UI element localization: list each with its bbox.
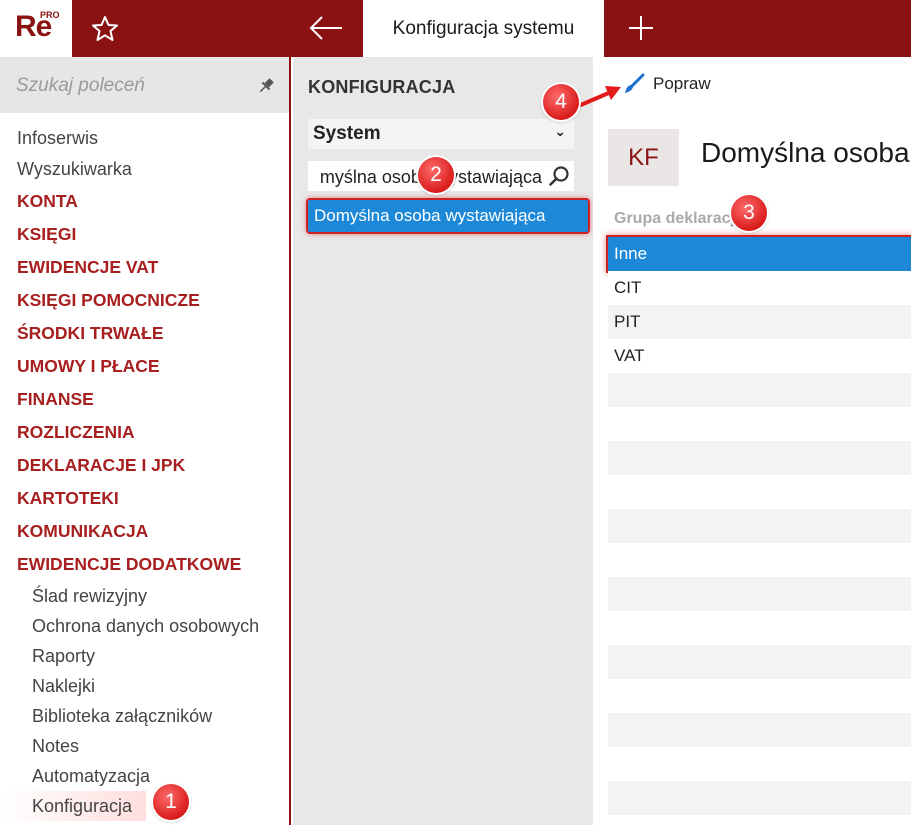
sidebar-section-komunikacja[interactable]: KOMUNIKACJA bbox=[0, 515, 289, 548]
edit-button[interactable]: Popraw bbox=[623, 73, 711, 95]
sidebar-nav: Infoserwis Wyszukiwarka KONTA KSIĘGI EWI… bbox=[0, 123, 289, 821]
result-item-domyslna-osoba[interactable]: Domyślna osoba wystawiająca bbox=[308, 200, 588, 232]
empty-row bbox=[608, 543, 911, 577]
chevron-down-icon: ⌄ bbox=[554, 123, 566, 139]
list-item-inne[interactable]: Inne bbox=[608, 237, 911, 271]
back-arrow-icon[interactable] bbox=[308, 14, 344, 42]
sidebar-section-ewidencje-dodatkowe[interactable]: EWIDENCJE DODATKOWE bbox=[0, 548, 289, 581]
sidebar-item-konfiguracja[interactable]: Konfiguracja bbox=[0, 791, 146, 821]
panel-title: KONFIGURACJA bbox=[308, 77, 456, 97]
logo-badge: PRO bbox=[40, 10, 60, 20]
empty-row bbox=[608, 679, 911, 713]
category-select[interactable]: System ⌄ bbox=[308, 119, 574, 149]
sidebar-section-ksiegi[interactable]: KSIĘGI bbox=[0, 218, 289, 251]
plus-icon[interactable] bbox=[627, 14, 655, 42]
sidebar-section-kartoteki[interactable]: KARTOTEKI bbox=[0, 482, 289, 515]
category-select-value: System bbox=[313, 123, 381, 144]
annotation-marker-2: 2 bbox=[418, 157, 454, 193]
annotation-marker-1: 1 bbox=[153, 784, 189, 820]
empty-row bbox=[608, 475, 911, 509]
empty-row bbox=[608, 509, 911, 543]
sidebar-section-ksiegi-pomocnicze[interactable]: KSIĘGI POMOCNICZE bbox=[0, 284, 289, 317]
empty-row bbox=[608, 645, 911, 679]
command-search bbox=[0, 57, 289, 113]
sidebar-item-biblioteka-zalacznikow[interactable]: Biblioteka załączników bbox=[0, 701, 289, 731]
sidebar-item-notes[interactable]: Notes bbox=[0, 731, 289, 761]
record-badge: KF bbox=[608, 129, 679, 186]
empty-row bbox=[608, 611, 911, 645]
sidebar-item-wyszukiwarka[interactable]: Wyszukiwarka bbox=[0, 154, 289, 185]
empty-row bbox=[608, 713, 911, 747]
app-logo[interactable]: Re PRO bbox=[0, 0, 72, 57]
sidebar-section-srodki-trwale[interactable]: ŚRODKI TRWAŁE bbox=[0, 317, 289, 350]
annotation-marker-4: 4 bbox=[543, 84, 579, 120]
sidebar-section-ewidencje-vat[interactable]: EWIDENCJE VAT bbox=[0, 251, 289, 284]
declaration-group-list: Grupa deklaracji Inne CIT PIT VAT bbox=[608, 201, 911, 825]
empty-row bbox=[608, 441, 911, 475]
page-title: Domyślna osoba bbox=[701, 137, 910, 168]
sidebar-item-raporty[interactable]: Raporty bbox=[0, 641, 289, 671]
sidebar-item-ochrona-danych[interactable]: Ochrona danych osobowych bbox=[0, 611, 289, 641]
sidebar-item-infoserwis[interactable]: Infoserwis bbox=[0, 123, 289, 154]
annotation-marker-3: 3 bbox=[731, 195, 767, 231]
command-search-input[interactable] bbox=[16, 71, 246, 101]
edit-button-label: Popraw bbox=[653, 74, 711, 93]
sidebar-item-automatyzacja[interactable]: Automatyzacja bbox=[0, 761, 289, 791]
empty-row bbox=[608, 373, 911, 407]
search-icon[interactable] bbox=[548, 165, 570, 187]
sidebar-item-naklejki[interactable]: Naklejki bbox=[0, 671, 289, 701]
list-item-vat[interactable]: VAT bbox=[608, 339, 911, 373]
sidebar-item-slad-rewizyjny[interactable]: Ślad rewizyjny bbox=[0, 581, 289, 611]
sidebar-section-umowy-i-place[interactable]: UMOWY I PŁACE bbox=[0, 350, 289, 383]
sidebar-section-finanse[interactable]: FINANSE bbox=[0, 383, 289, 416]
top-bar: Re PRO Konfiguracja systemu bbox=[0, 0, 911, 57]
empty-row bbox=[608, 407, 911, 441]
details-panel: Popraw KF Domyślna osoba Grupa deklaracj… bbox=[593, 57, 911, 825]
sidebar: Infoserwis Wyszukiwarka KONTA KSIĘGI EWI… bbox=[0, 57, 291, 825]
sidebar-section-konta[interactable]: KONTA bbox=[0, 185, 289, 218]
empty-row bbox=[608, 577, 911, 611]
list-item-pit[interactable]: PIT bbox=[608, 305, 911, 339]
empty-row bbox=[608, 747, 911, 781]
sidebar-section-rozliczenia[interactable]: ROZLICZENIA bbox=[0, 416, 289, 449]
list-item-cit[interactable]: CIT bbox=[608, 271, 911, 305]
sidebar-section-deklaracje-i-jpk[interactable]: DEKLARACJE I JPK bbox=[0, 449, 289, 482]
empty-row bbox=[608, 815, 911, 825]
empty-row bbox=[608, 781, 911, 815]
star-icon[interactable] bbox=[90, 14, 120, 44]
tab-konfiguracja-systemu[interactable]: Konfiguracja systemu bbox=[363, 0, 604, 57]
pin-icon[interactable] bbox=[257, 77, 275, 95]
